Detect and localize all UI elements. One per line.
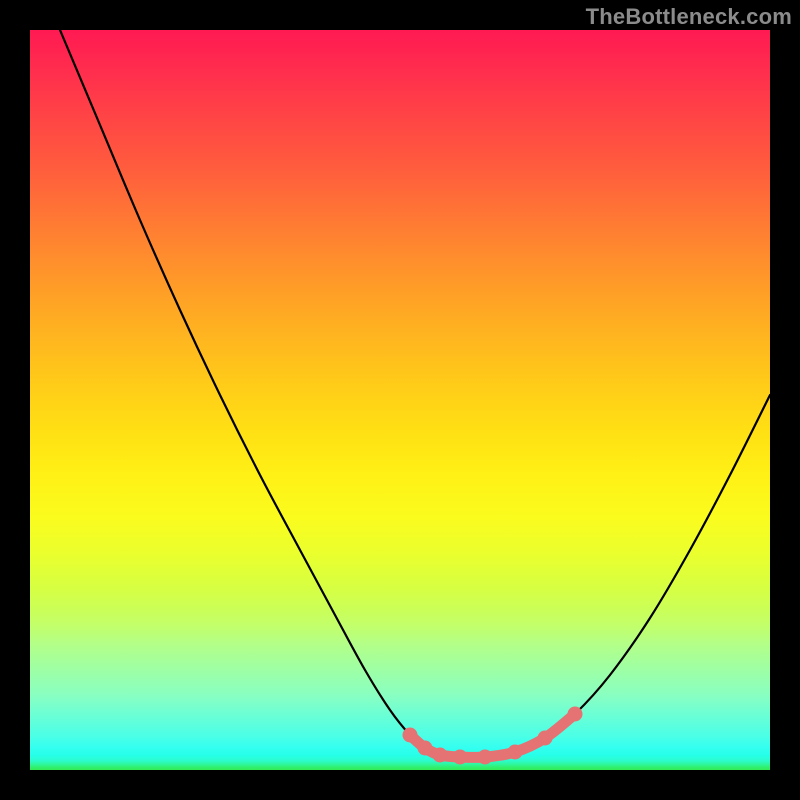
bottleneck-curve <box>60 30 770 757</box>
chart-stage: TheBottleneck.com <box>0 0 800 800</box>
highlight-dot <box>418 741 433 756</box>
plot-area <box>30 30 770 770</box>
highlight-dot <box>433 748 448 763</box>
highlight-dot <box>538 731 553 746</box>
watermark: TheBottleneck.com <box>586 4 792 30</box>
curve-layer <box>30 30 770 770</box>
highlight-dot <box>478 750 493 765</box>
highlight-dot <box>568 707 583 722</box>
highlight-dot <box>403 728 418 743</box>
highlight-dot <box>508 745 523 760</box>
highlight-dot <box>453 750 468 765</box>
